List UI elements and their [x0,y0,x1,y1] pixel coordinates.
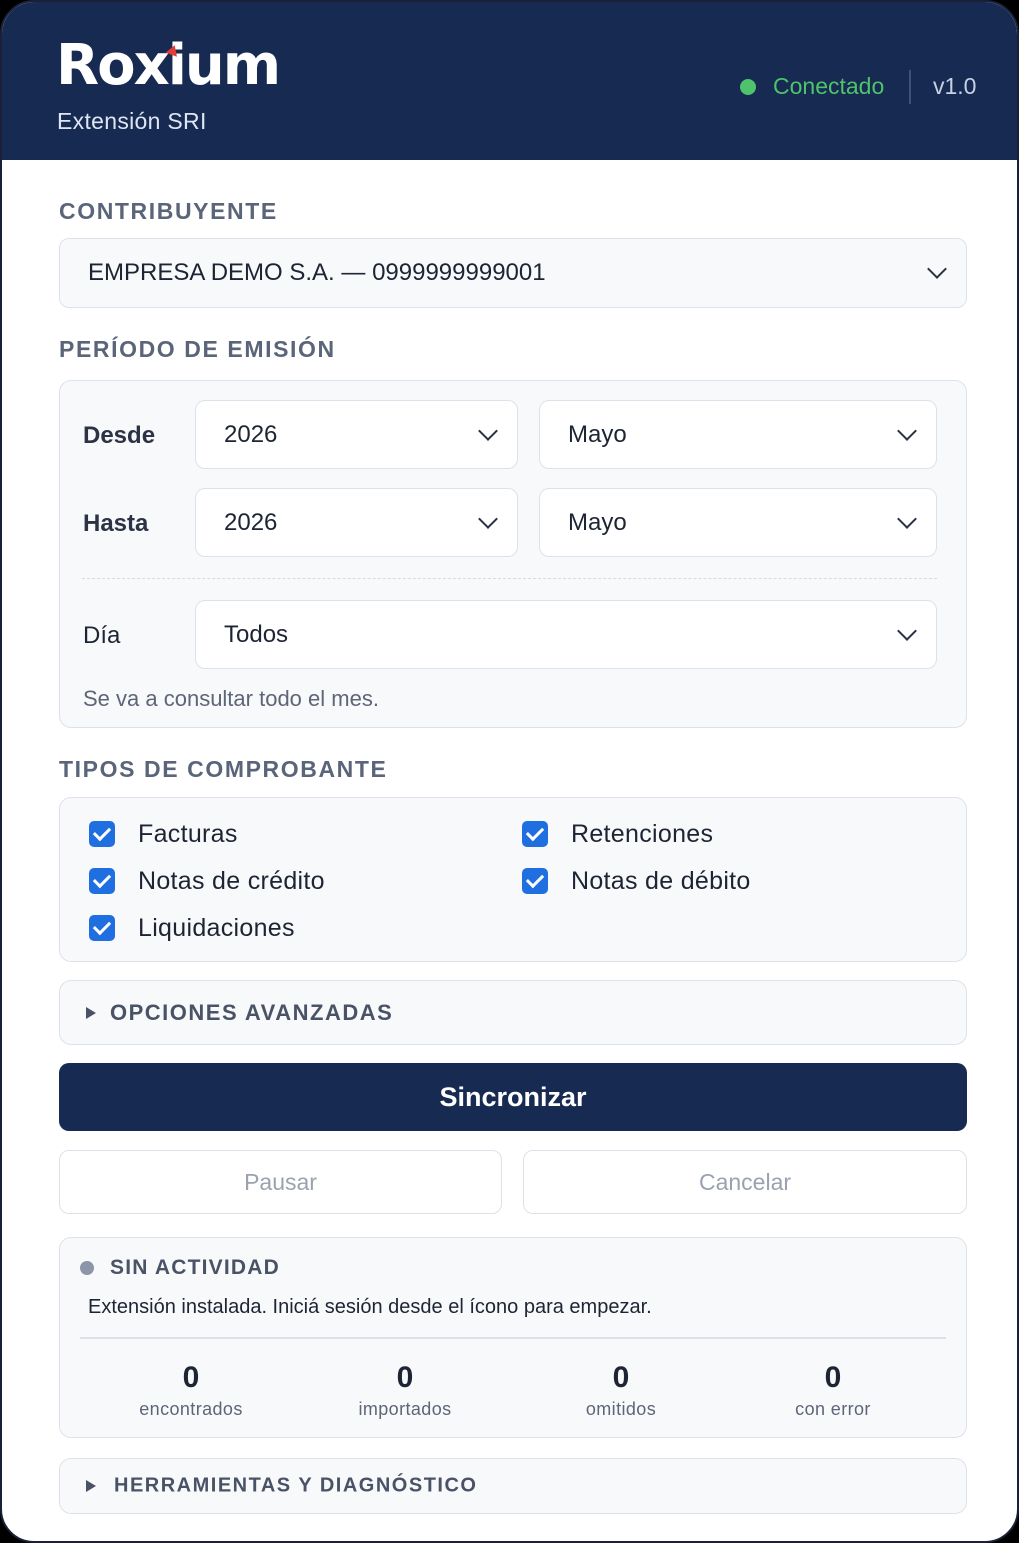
header-divider [909,70,911,104]
desde-year-value: 2026 [224,420,278,448]
hasta-month-select[interactable]: Mayo [539,488,937,557]
dia-value: Todos [224,620,289,648]
stat-label: importados [358,1399,452,1419]
pause-button[interactable]: Pausar [59,1150,502,1214]
notas-credito-label[interactable]: Notas de crédito [138,867,325,896]
chevron-down-icon [897,420,917,441]
herramientas-label: HERRAMIENTAS Y DIAGNÓSTICO [114,1474,478,1497]
facturas-label[interactable]: Facturas [138,820,238,849]
checkbox-retenciones[interactable] [522,821,548,847]
desde-label: Desde [83,422,156,449]
header: Roxium Extensión SRI Conectado v1.0 [2,2,1017,160]
opciones-avanzadas-label: OPCIONES AVANZADAS [110,999,394,1025]
chevron-down-icon [478,420,498,441]
periodo-hint: Se va a consultar todo el mes. [83,686,379,711]
opciones-avanzadas-toggle[interactable]: OPCIONES AVANZADAS [59,980,967,1045]
stat-label: con error [795,1399,871,1419]
desde-month-value: Mayo [568,420,627,448]
checkbox-facturas[interactable] [89,821,115,847]
checkbox-notas-credito[interactable] [89,868,115,894]
activity-divider [80,1337,946,1339]
hasta-year-select[interactable]: 2026 [195,488,518,557]
chevron-down-icon [478,508,498,529]
cancel-button[interactable]: Cancelar [523,1150,967,1214]
retenciones-label[interactable]: Retenciones [571,820,713,849]
dia-label: Día [83,622,121,649]
stat-omitidos: 0 omitidos [521,1360,721,1420]
sync-button[interactable]: Sincronizar [59,1063,967,1131]
app-subtitle: Extensión SRI [57,108,207,134]
stat-value: 0 [396,1361,414,1394]
stat-value: 0 [612,1361,630,1394]
status-dot-icon [740,79,756,95]
checkbox-liquidaciones[interactable] [89,915,115,941]
hasta-month-value: Mayo [568,508,627,536]
activity-message: Extensión instalada. Iniciá sesión desde… [88,1296,652,1318]
contribuyente-select[interactable]: EMPRESA DEMO S.A. — 0999999999001 [59,238,967,308]
periodo-heading: PERÍODO DE EMISIÓN [59,336,336,362]
activity-title: SIN ACTIVIDAD [110,1256,280,1279]
stat-label: encontrados [139,1399,243,1419]
stat-importados: 0 importados [305,1360,505,1420]
hasta-year-value: 2026 [224,508,278,536]
version-label: v1.0 [933,73,977,99]
notas-debito-label[interactable]: Notas de débito [571,867,751,896]
hasta-label: Hasta [83,510,149,537]
contribuyente-heading: CONTRIBUYENTE [59,198,278,224]
chevron-down-icon [927,259,947,279]
tipos-heading: TIPOS DE COMPROBANTE [59,756,388,782]
caret-right-icon [86,1480,96,1492]
connection-status: Conectado [773,73,885,99]
activity-status-dot-icon [80,1261,94,1275]
dia-select[interactable]: Todos [195,600,937,669]
stat-value: 0 [824,1361,842,1394]
stat-label: omitidos [585,1399,657,1419]
herramientas-toggle[interactable]: HERRAMIENTAS Y DIAGNÓSTICO [59,1458,967,1514]
periodo-divider [82,578,937,579]
liquidaciones-label[interactable]: Liquidaciones [138,914,295,943]
chevron-down-icon [897,508,917,529]
stat-value: 0 [182,1361,200,1394]
extension-popup: Roxium Extensión SRI Conectado v1.0 CONT… [0,0,1019,1543]
caret-right-icon [86,1006,96,1019]
chevron-down-icon [897,620,917,641]
stat-con-error: 0 con error [733,1360,933,1420]
checkbox-notas-debito[interactable] [522,868,548,894]
contribuyente-value: EMPRESA DEMO S.A. — 0999999999001 [88,259,546,286]
desde-year-select[interactable]: 2026 [195,400,518,469]
desde-month-select[interactable]: Mayo [539,400,937,469]
stat-encontrados: 0 encontrados [91,1360,291,1420]
